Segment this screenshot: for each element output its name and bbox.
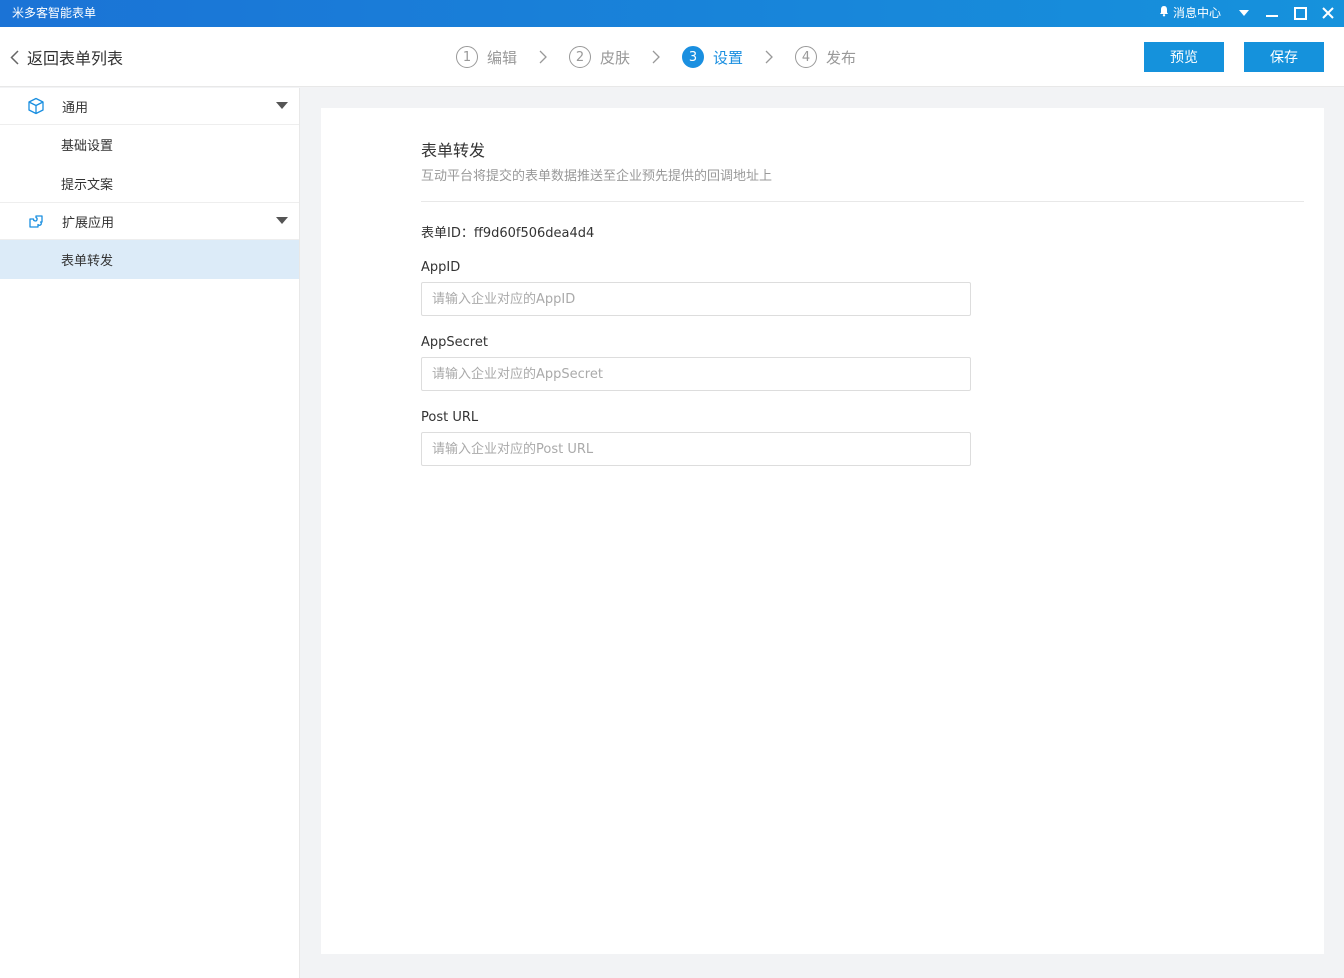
step-skin[interactable]: 2 皮肤 — [569, 46, 630, 68]
bell-icon — [1158, 5, 1170, 21]
main-content: 表单转发 互动平台将提交的表单数据推送至企业预先提供的回调地址上 表单ID：ff… — [321, 108, 1324, 954]
step-label: 发布 — [826, 48, 857, 67]
caret-down-icon — [276, 102, 288, 109]
cube-icon — [26, 96, 46, 116]
title-bar: 米多客智能表单 消息中心 — [0, 0, 1344, 27]
appid-input[interactable] — [421, 282, 971, 316]
sidebar-item-basic-settings[interactable]: 基础设置 — [0, 125, 299, 164]
form-id: 表单ID：ff9d60f506dea4d4 — [421, 222, 594, 241]
chevron-down-icon — [1239, 10, 1249, 16]
appsecret-label: AppSecret — [421, 335, 488, 350]
form-id-value: ff9d60f506dea4d4 — [473, 226, 595, 241]
minimize-button[interactable] — [1263, 4, 1281, 22]
close-icon — [1322, 7, 1334, 19]
post-url-input[interactable] — [421, 432, 971, 466]
sidebar: 通用 基础设置 提示文案 扩展应用 表单转发 — [0, 88, 300, 978]
page-header: 返回表单列表 1 编辑 2 皮肤 3 设置 4 发布 预览 保存 — [0, 27, 1344, 87]
divider — [421, 201, 1304, 202]
section-title: 表单转发 — [421, 141, 486, 160]
post-url-label: Post URL — [421, 410, 479, 425]
step-settings[interactable]: 3 设置 — [682, 46, 743, 68]
sidebar-item-prompt-text[interactable]: 提示文案 — [0, 164, 299, 203]
sidebar-group-label: 通用 — [62, 100, 89, 116]
step-publish[interactable]: 4 发布 — [795, 46, 856, 68]
minimize-icon — [1266, 15, 1278, 17]
step-label: 编辑 — [487, 48, 518, 67]
step-edit[interactable]: 1 编辑 — [456, 46, 517, 68]
back-label: 返回表单列表 — [27, 49, 124, 68]
appid-label: AppID — [421, 260, 461, 275]
sidebar-group-general[interactable]: 通用 — [0, 88, 299, 125]
maximize-button[interactable] — [1291, 4, 1309, 22]
preview-button[interactable]: 预览 — [1144, 42, 1224, 72]
maximize-icon — [1293, 6, 1307, 20]
message-center-button[interactable]: 消息中心 — [1158, 5, 1221, 21]
step-number: 2 — [569, 46, 592, 68]
chevron-right-icon — [743, 50, 795, 64]
close-button[interactable] — [1319, 4, 1337, 22]
app-title: 米多客智能表单 — [12, 6, 97, 20]
sidebar-group-label: 扩展应用 — [62, 215, 115, 231]
form-id-label: 表单ID： — [421, 226, 474, 241]
step-indicator: 1 编辑 2 皮肤 3 设置 4 发布 — [456, 46, 856, 68]
step-number: 3 — [682, 46, 705, 68]
caret-down-icon — [276, 217, 288, 224]
sidebar-item-form-forward[interactable]: 表单转发 — [0, 240, 299, 279]
chevron-left-icon — [10, 49, 19, 65]
sidebar-group-extensions[interactable]: 扩展应用 — [0, 203, 299, 240]
step-label: 设置 — [713, 48, 744, 67]
chevron-right-icon — [517, 50, 569, 64]
step-number: 1 — [456, 46, 478, 68]
step-label: 皮肤 — [600, 48, 631, 67]
save-button[interactable]: 保存 — [1244, 42, 1324, 72]
section-description: 互动平台将提交的表单数据推送至企业预先提供的回调地址上 — [421, 169, 773, 184]
appsecret-input[interactable] — [421, 357, 971, 391]
back-to-list-link[interactable]: 返回表单列表 — [10, 46, 123, 68]
message-center-label: 消息中心 — [1173, 6, 1222, 20]
step-number: 4 — [795, 46, 818, 68]
dropdown-button[interactable] — [1235, 4, 1253, 22]
puzzle-icon — [26, 211, 46, 231]
chevron-right-icon — [630, 50, 682, 64]
